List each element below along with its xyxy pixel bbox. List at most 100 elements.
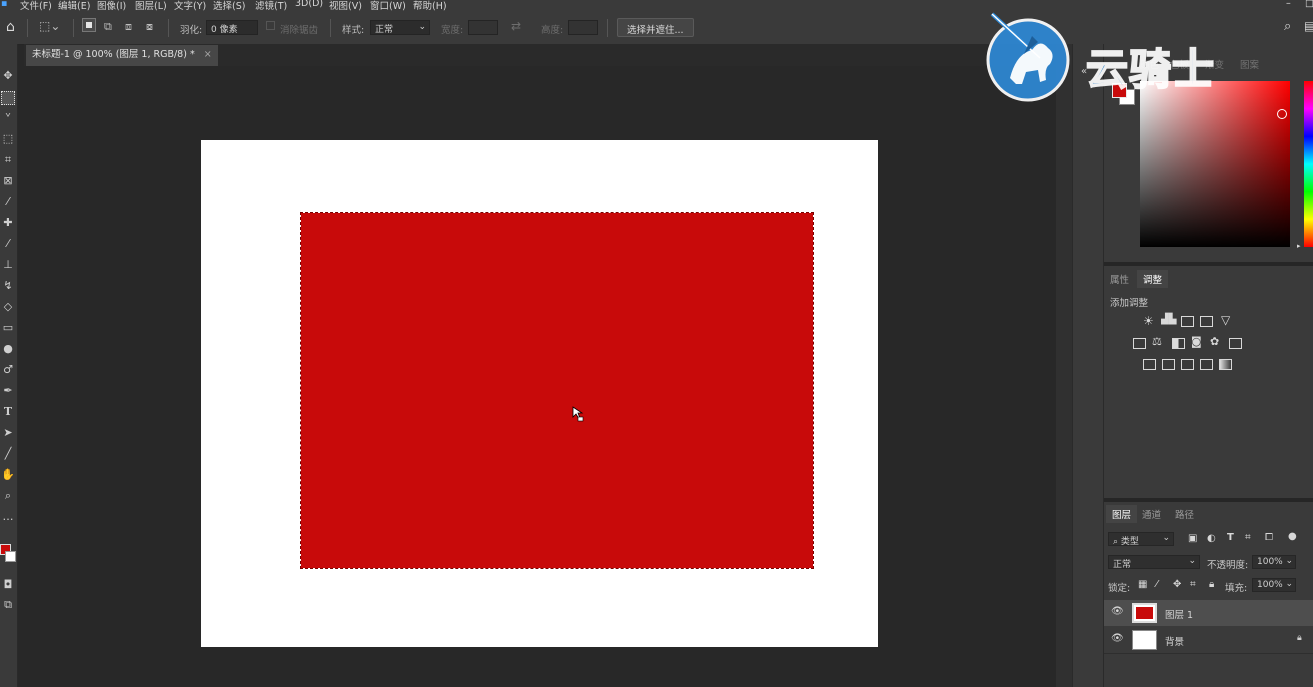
smart-object-filter-icon[interactable]: ⧠: [1265, 532, 1273, 543]
posterize-icon[interactable]: [1162, 359, 1175, 370]
visibility-eye-icon[interactable]: 👁︎: [1111, 633, 1124, 644]
red-filled-selection[interactable]: [300, 212, 814, 569]
style-select[interactable]: 正常 ⌄: [370, 20, 430, 35]
zoom-tool-icon[interactable]: ⌕: [1, 488, 15, 504]
swap-icon[interactable]: ⇄: [511, 19, 521, 33]
shape-filter-icon[interactable]: ⌗: [1245, 532, 1251, 543]
threshold-icon[interactable]: [1181, 359, 1194, 370]
menu-window[interactable]: 窗口(W): [370, 0, 406, 11]
quick-select-tool-icon[interactable]: ⬚: [1, 131, 15, 147]
close-tab-icon[interactable]: ×: [204, 49, 212, 60]
pixel-filter-icon[interactable]: ▣: [1188, 533, 1197, 544]
eraser-tool-icon[interactable]: ◇: [1, 299, 15, 315]
lock-all-icon[interactable]: 🔒︎: [1209, 579, 1214, 590]
history-brush-icon[interactable]: ↯: [1, 278, 15, 294]
color-balance-icon[interactable]: ⚖: [1152, 335, 1162, 348]
line-tool-icon[interactable]: ╱: [1, 446, 15, 462]
invert-icon[interactable]: [1143, 359, 1156, 370]
add-selection-icon[interactable]: ⧉: [104, 20, 112, 34]
width-input[interactable]: [468, 20, 498, 35]
height-input[interactable]: [568, 20, 598, 35]
quick-mask-icon[interactable]: ◘: [1, 577, 15, 593]
lock-transparent-icon[interactable]: ▦: [1138, 579, 1147, 590]
visibility-eye-icon[interactable]: 👁︎: [1111, 606, 1124, 617]
adjustment-filter-icon[interactable]: ◐: [1207, 533, 1216, 544]
layer-name[interactable]: 图层 1: [1165, 607, 1193, 621]
antialias-checkbox[interactable]: [266, 21, 275, 30]
curves-icon[interactable]: [1181, 316, 1194, 327]
select-and-mask-button[interactable]: 选择并遮住...: [617, 18, 694, 37]
menu-layer[interactable]: 图层(L): [135, 0, 167, 11]
black-white-icon[interactable]: [1172, 338, 1185, 349]
path-select-icon[interactable]: ➤: [1, 425, 15, 441]
channel-mixer-icon[interactable]: ✿: [1210, 335, 1219, 348]
exposure-icon[interactable]: [1200, 316, 1213, 327]
tab-properties[interactable]: 属性: [1110, 272, 1129, 286]
menu-type[interactable]: 文字(Y): [174, 0, 206, 11]
type-filter-icon[interactable]: T: [1227, 532, 1234, 543]
opacity-input[interactable]: 100% ⌄: [1252, 555, 1296, 569]
marquee-preset-icon[interactable]: ⬚⌄: [39, 19, 60, 33]
tab-layers[interactable]: 图层: [1106, 505, 1138, 523]
layer-name[interactable]: 背景: [1165, 634, 1184, 648]
gradient-map-icon[interactable]: [1219, 359, 1232, 370]
hand-tool-icon[interactable]: ✋: [1, 467, 15, 483]
pen-tool-icon[interactable]: ✒: [1, 383, 15, 399]
menu-view[interactable]: 视图(V): [329, 0, 362, 11]
more-tools-icon[interactable]: …: [1, 509, 15, 525]
levels-icon[interactable]: ▟▙: [1161, 314, 1176, 325]
lasso-tool-icon[interactable]: ᘁ: [1, 110, 15, 126]
photo-filter-icon[interactable]: ◙: [1191, 335, 1202, 348]
vibrance-icon[interactable]: ▽: [1221, 313, 1230, 327]
color-lookup-icon[interactable]: [1229, 338, 1242, 349]
menu-file[interactable]: 文件(F): [20, 0, 52, 11]
menu-image[interactable]: 图像(I): [97, 0, 126, 11]
background-color-swatch[interactable]: [5, 551, 16, 562]
tab-adjustments[interactable]: 调整: [1137, 270, 1169, 288]
blend-mode-select[interactable]: 正常 ⌄: [1108, 555, 1200, 570]
home-icon[interactable]: ⌂: [6, 19, 15, 35]
minimize-icon[interactable]: –: [1286, 0, 1291, 9]
layer-row-background[interactable]: 👁︎ 背景 🔒︎: [1104, 627, 1313, 653]
menu-help[interactable]: 帮助(H): [413, 0, 447, 11]
brush-tool-icon[interactable]: ⁄: [1, 236, 15, 252]
blur-tool-icon[interactable]: ●: [1, 341, 15, 357]
menu-filter[interactable]: 滤镜(T): [255, 0, 287, 11]
tab-channels[interactable]: 通道: [1142, 507, 1161, 521]
marquee-tool-icon[interactable]: [1, 91, 15, 105]
hue-saturation-icon[interactable]: [1133, 338, 1146, 349]
document-tab[interactable]: 未标题-1 @ 100% (图层 1, RGB/8) * ×: [26, 45, 218, 66]
layer-row-layer1[interactable]: 👁︎ 图层 1: [1104, 600, 1313, 626]
search-icon[interactable]: ⌕: [1284, 19, 1291, 34]
layer-filter-select[interactable]: ⌕ 类型 ⌄: [1108, 532, 1174, 547]
gradient-tool-icon[interactable]: ▭: [1, 320, 15, 336]
type-tool-icon[interactable]: T: [1, 404, 15, 420]
screen-mode-icon[interactable]: ⧉: [1, 597, 15, 613]
crop-tool-icon[interactable]: ⌗: [1, 152, 15, 168]
eyedropper-tool-icon[interactable]: ⁄: [1, 194, 15, 210]
subtract-selection-icon[interactable]: ⧈: [125, 20, 132, 34]
tab-patterns[interactable]: 图案: [1240, 57, 1259, 71]
tab-paths[interactable]: 路径: [1175, 507, 1194, 521]
stamp-tool-icon[interactable]: ⊥: [1, 257, 15, 273]
healing-brush-icon[interactable]: ✚: [1, 215, 15, 231]
color-picker-handle[interactable]: [1277, 109, 1287, 119]
intersect-selection-icon[interactable]: ⧇: [146, 20, 153, 34]
lock-artboard-icon[interactable]: ⌗: [1190, 579, 1196, 590]
workspace-icon[interactable]: ▤: [1304, 19, 1313, 33]
lock-position-icon[interactable]: ✥: [1173, 579, 1181, 590]
filter-toggle-icon[interactable]: ●: [1288, 531, 1297, 542]
maximize-icon[interactable]: □: [1305, 0, 1313, 9]
selective-color-icon[interactable]: [1200, 359, 1213, 370]
frame-tool-icon[interactable]: ⊠: [1, 173, 15, 189]
move-tool-icon[interactable]: ✥: [1, 68, 15, 84]
brightness-icon[interactable]: ☀: [1143, 314, 1154, 328]
new-selection-icon[interactable]: [82, 18, 96, 32]
lock-pixels-icon[interactable]: ⁄: [1156, 579, 1158, 590]
feather-input[interactable]: 0 像素: [206, 20, 258, 35]
dodge-tool-icon[interactable]: ♂: [1, 362, 15, 378]
menu-3d[interactable]: 3D(D): [295, 0, 323, 9]
menu-select[interactable]: 选择(S): [213, 0, 245, 11]
menu-edit[interactable]: 编辑(E): [58, 0, 90, 11]
color-picker-field[interactable]: [1140, 81, 1290, 247]
